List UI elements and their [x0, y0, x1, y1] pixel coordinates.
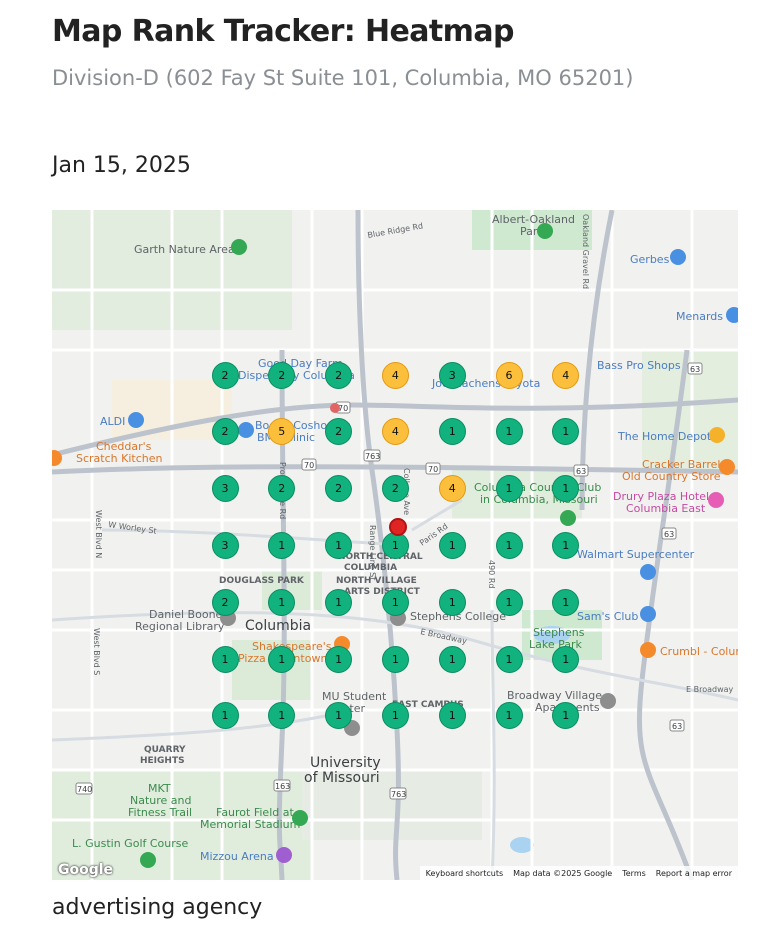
rank-marker[interactable]: 1: [495, 475, 523, 503]
rank-marker[interactable]: 1: [381, 531, 409, 559]
rank-marker[interactable]: 3: [438, 361, 466, 389]
rank-marker[interactable]: 2: [381, 475, 409, 503]
rank-marker[interactable]: 2: [268, 475, 296, 503]
rank-marker[interactable]: 1: [495, 702, 523, 730]
rank-marker[interactable]: 1: [438, 588, 466, 616]
rank-marker[interactable]: 1: [268, 531, 296, 559]
rank-marker[interactable]: 1: [211, 702, 239, 730]
rank-marker[interactable]: 1: [268, 702, 296, 730]
rank-marker[interactable]: 1: [552, 418, 580, 446]
rank-marker[interactable]: 1: [495, 588, 523, 616]
rank-marker[interactable]: 1: [552, 531, 580, 559]
rank-marker[interactable]: 1: [495, 418, 523, 446]
rank-marker[interactable]: 1: [325, 645, 353, 673]
rank-marker[interactable]: 1: [438, 531, 466, 559]
heatmap-map[interactable]: Albert-Oakland Park Garth Nature Area Bl…: [52, 210, 738, 880]
rank-marker[interactable]: 2: [268, 361, 296, 389]
page-title: Map Rank Tracker: Heatmap: [52, 14, 514, 49]
rank-marker[interactable]: 1: [268, 645, 296, 673]
rank-marker[interactable]: 1: [552, 475, 580, 503]
tracked-keyword: advertising agency: [52, 895, 263, 920]
rank-marker[interactable]: 3: [211, 531, 239, 559]
rank-marker[interactable]: 1: [552, 702, 580, 730]
rank-marker[interactable]: 2: [211, 418, 239, 446]
rank-marker[interactable]: 1: [325, 588, 353, 616]
rank-marker[interactable]: 2: [325, 418, 353, 446]
rank-marker[interactable]: 1: [325, 702, 353, 730]
rank-marker[interactable]: 1: [495, 645, 523, 673]
report-error-link[interactable]: Report a map error: [656, 869, 732, 878]
rank-marker[interactable]: 1: [211, 645, 239, 673]
rank-marker[interactable]: 1: [325, 531, 353, 559]
rank-marker[interactable]: 1: [381, 645, 409, 673]
map-attribution-bar: Keyboard shortcuts Map data ©2025 Google…: [419, 866, 738, 880]
rank-marker[interactable]: 3: [211, 475, 239, 503]
map-data-text: Map data ©2025 Google: [513, 868, 613, 878]
rank-marker[interactable]: 1: [438, 702, 466, 730]
google-logo: Google: [58, 862, 114, 878]
rank-marker[interactable]: 2: [211, 361, 239, 389]
rank-marker[interactable]: 2: [211, 588, 239, 616]
terms-link[interactable]: Terms: [622, 869, 646, 878]
rank-marker[interactable]: 6: [495, 361, 523, 389]
rank-marker[interactable]: 2: [325, 475, 353, 503]
keyboard-shortcuts-link[interactable]: Keyboard shortcuts: [426, 869, 503, 878]
rank-marker[interactable]: 1: [268, 588, 296, 616]
rank-marker[interactable]: 4: [381, 418, 409, 446]
rank-marker[interactable]: 4: [552, 361, 580, 389]
rank-marker[interactable]: 1: [381, 702, 409, 730]
rank-marker[interactable]: 2: [325, 361, 353, 389]
rank-marker[interactable]: 5: [268, 418, 296, 446]
business-location-pin[interactable]: [389, 518, 407, 536]
business-address: Division-D (602 Fay St Suite 101, Columb…: [52, 66, 634, 90]
rank-marker[interactable]: 1: [381, 588, 409, 616]
rank-marker[interactable]: 1: [438, 645, 466, 673]
rank-marker[interactable]: 1: [495, 531, 523, 559]
rank-marker[interactable]: 4: [438, 475, 466, 503]
rank-marker[interactable]: 1: [438, 418, 466, 446]
scan-date: Jan 15, 2025: [52, 153, 191, 178]
rank-marker[interactable]: 1: [552, 645, 580, 673]
rank-grid: 2224364252411132224113111111211111111111…: [52, 210, 738, 880]
rank-marker[interactable]: 4: [381, 361, 409, 389]
rank-marker[interactable]: 1: [552, 588, 580, 616]
